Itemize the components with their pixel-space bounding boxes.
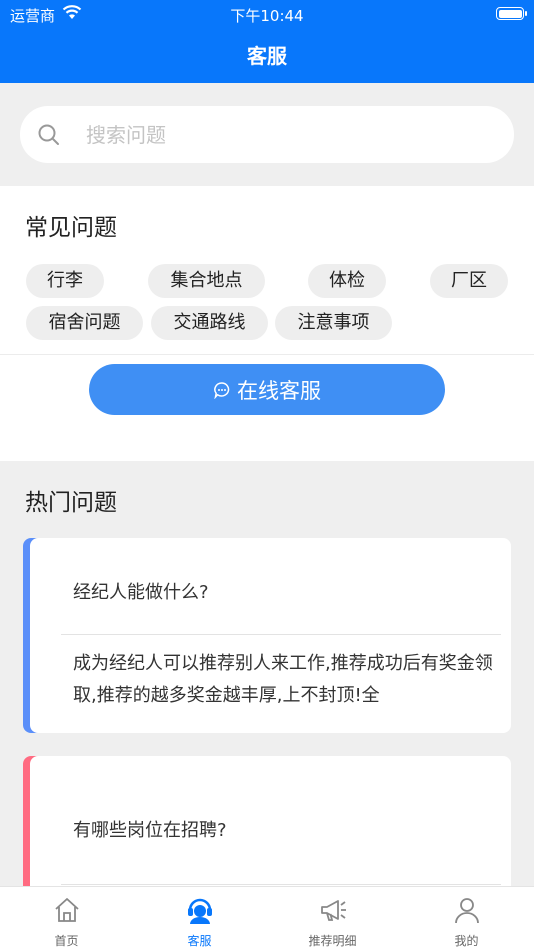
chat-bubble-icon — [214, 381, 230, 399]
card-divider — [61, 634, 501, 635]
search-area — [0, 83, 534, 186]
card-divider — [61, 884, 501, 885]
tab-label: 我的 — [454, 934, 479, 948]
home-icon — [54, 898, 79, 922]
faq-tag-factory-area[interactable]: 厂区 — [430, 264, 508, 298]
card-question: 有哪些岗位在招聘? — [73, 820, 227, 841]
person-icon — [454, 898, 479, 924]
tab-customer-service[interactable]: 客服 — [133, 887, 266, 950]
card-answer: 成为经纪人可以推荐别人来工作,推荐成功后有奖金领取,推荐的越多奖金越丰厚,上不封… — [73, 653, 493, 706]
tab-label: 首页 — [54, 934, 79, 948]
faq-tag-luggage[interactable]: 行李 — [26, 264, 104, 298]
hot-question-card[interactable]: 经纪人能做什么? 成为经纪人可以推荐别人来工作,推荐成功后有奖金领取,推荐的越多… — [23, 538, 511, 733]
faq-tag-meeting-point[interactable]: 集合地点 — [148, 264, 265, 298]
tab-label: 客服 — [187, 934, 212, 948]
status-time: 下午10:44 — [230, 7, 304, 25]
divider — [0, 354, 534, 355]
search-icon — [38, 124, 59, 145]
faq-tag-dormitory[interactable]: 宿舍问题 — [26, 306, 143, 340]
tab-referral-details[interactable]: 推荐明细 — [266, 887, 399, 950]
online-service-button[interactable]: 在线客服 — [89, 364, 445, 415]
faq-title: 常见问题 — [25, 215, 117, 241]
battery-icon — [496, 7, 527, 20]
megaphone-icon — [320, 900, 346, 921]
faq-tag-notes[interactable]: 注意事项 — [275, 306, 392, 340]
search-input[interactable] — [86, 116, 486, 153]
tab-profile[interactable]: 我的 — [400, 887, 533, 950]
faq-tag-medical-exam[interactable]: 体检 — [308, 264, 386, 298]
status-bar: 运营商 下午10:44 — [0, 0, 534, 28]
tab-home[interactable]: 首页 — [0, 887, 133, 950]
hot-title: 热门问题 — [25, 490, 117, 516]
tab-bar: 首页 客服 推荐明细 我的 — [0, 886, 534, 950]
customer-service-icon — [187, 898, 212, 924]
card-accent-mask — [30, 756, 45, 896]
faq-tag-transport[interactable]: 交通路线 — [151, 306, 268, 340]
hot-question-card[interactable]: 有哪些岗位在招聘? — [23, 756, 511, 896]
card-accent-mask — [30, 538, 45, 733]
online-service-label: 在线客服 — [237, 378, 321, 403]
tab-label: 推荐明细 — [308, 934, 357, 948]
faq-section: 常见问题 行李 集合地点 体检 厂区 宿舍问题 交通路线 注意事项 在线客服 — [0, 186, 534, 461]
card-question: 经纪人能做什么? — [73, 582, 209, 603]
app-header: 运营商 下午10:44 客服 — [0, 0, 534, 83]
page-title: 客服 — [247, 44, 287, 68]
search-box[interactable] — [20, 106, 514, 163]
